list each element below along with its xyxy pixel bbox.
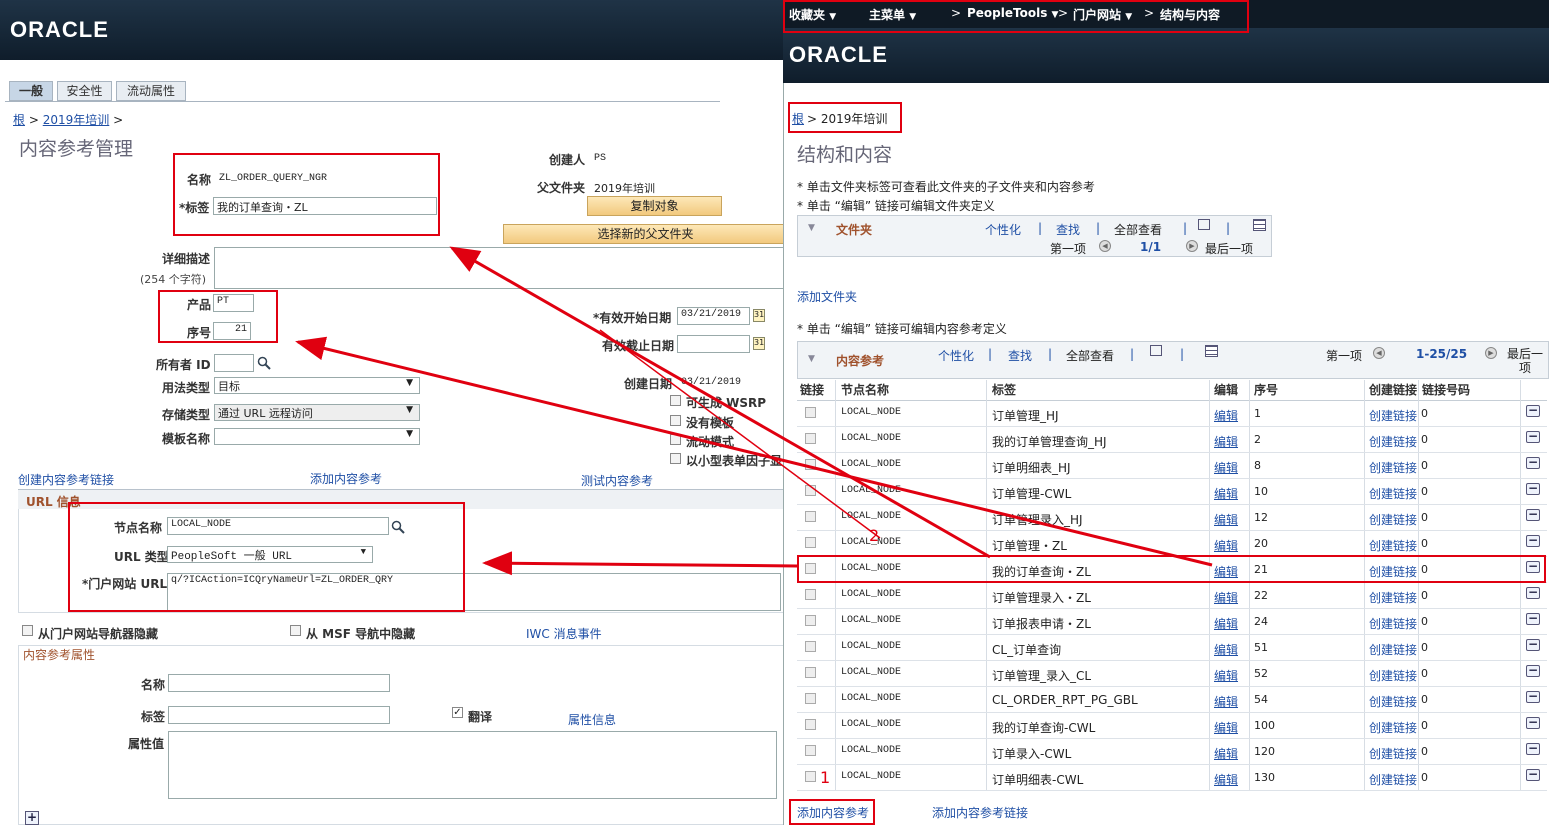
- arrow-to-product: [295, 336, 1213, 567]
- arrow-to-url: [482, 551, 798, 576]
- annotation-arrows: [295, 246, 1213, 576]
- arrow-to-name: [449, 246, 991, 559]
- annotation-line-2: [599, 329, 881, 539]
